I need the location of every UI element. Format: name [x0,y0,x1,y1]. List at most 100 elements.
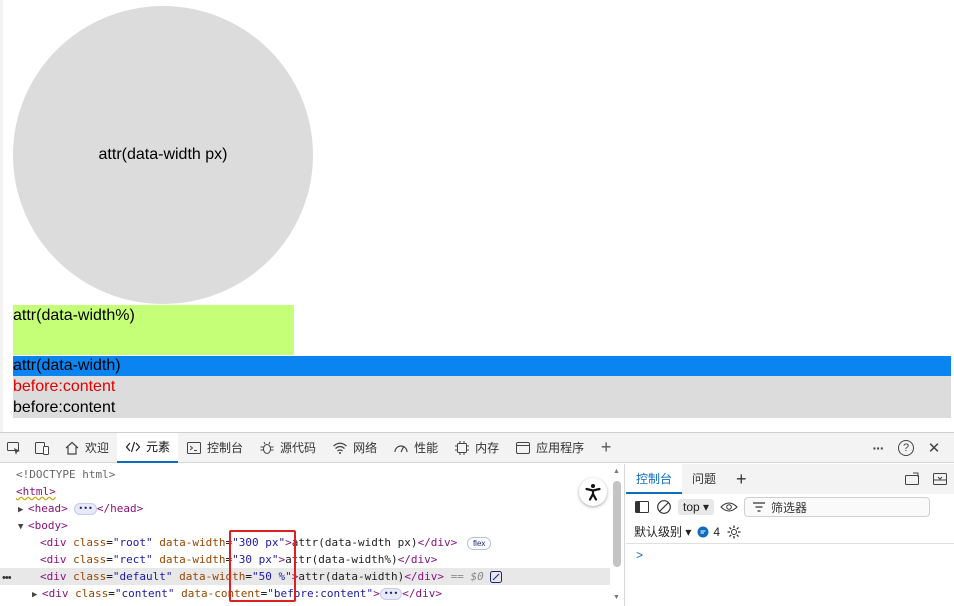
home-icon [65,441,79,455]
tab-console-label: 控制台 [207,441,244,455]
expand-triangle-icon[interactable]: ▶ [32,587,42,604]
log-levels-label: 默认级别 [634,525,683,539]
attr-data-width-name: data-width [159,536,226,549]
attr-class-name: class [73,570,107,583]
devtools-tabbar: 欢迎 元素 控制台 源代码 网络 性能 内存 应用程序 + ··· ? ✕ [0,432,954,463]
collapsed-children-badge[interactable]: ••• [74,503,97,515]
div-open: <div [40,553,67,566]
issues-counter[interactable]: 4 [697,525,720,539]
message-icon [697,526,709,537]
html-node[interactable]: <html> [16,483,626,500]
console-prompt[interactable]: > [636,548,643,562]
window-icon [516,441,531,454]
help-icon: ? [898,440,914,456]
context-selector-value: top [683,500,700,514]
scroll-up-icon[interactable]: ▲ [613,468,623,475]
div-open: <div [42,587,69,600]
link-icon[interactable] [490,571,503,583]
default-div-node[interactable]: <div class="default" data-width="50 %">a… [0,568,610,585]
context-selector[interactable]: top ▾ [678,499,715,515]
plus-icon: + [600,437,612,457]
div-open: <div [40,536,67,549]
close-icon: ✕ [927,440,941,457]
eye-icon[interactable] [720,500,738,514]
settings-gear-icon[interactable] [726,524,742,540]
console-filter-input[interactable]: 筛选器 [744,497,931,517]
drawer-tab-console[interactable]: 控制台 [626,464,683,494]
selected-node-marker: == $0 [450,570,484,583]
head-node[interactable]: ▶ <head> ••• </head> [18,500,628,517]
add-tab-button[interactable]: + [592,433,620,463]
head-open-tag: <head> [28,502,68,515]
content-row-black-text: before:content [13,399,116,416]
attr-class-value: "root" [112,536,153,549]
default-bar-text: attr(data-width) [13,357,121,374]
content-row-red: before:content [13,376,951,397]
flex-badge[interactable]: flex [466,536,492,550]
device-icon [35,441,49,455]
highlight-annotation-box [229,530,296,602]
root-div-node[interactable]: <div class="root" data-width="300 px">at… [40,534,650,551]
elements-scrollbar[interactable] [613,481,621,567]
collapsed-children-badge[interactable]: ••• [379,588,403,600]
scroll-down-icon[interactable]: ▼ [613,594,623,601]
gauge-icon [394,444,408,452]
help-icon-glyph: ? [902,442,910,454]
tab-performance[interactable]: 性能 [385,433,446,463]
attr-data-width-name: data-width [159,553,226,566]
inspect-icon [7,441,20,455]
tab-elements[interactable]: 元素 [117,432,179,463]
accessibility-button[interactable] [579,478,607,506]
tab-sources-label: 源代码 [280,441,317,455]
sidebar-toggle-icon[interactable] [634,499,650,515]
tab-network[interactable]: 网络 [324,433,385,463]
close-devtools-button[interactable]: ✕ [920,433,948,463]
rect-div-node[interactable]: <div class="rect" data-width="30 px">att… [40,551,650,568]
tab-welcome[interactable]: 欢迎 [56,433,117,463]
content-div-node[interactable]: ▶ <div class="content" data-content="befo… [32,585,642,602]
head-close-tag: </head> [96,502,144,515]
drawer-add-tab-button[interactable]: + [726,464,757,494]
drawer-tab-issues[interactable]: 问题 [682,464,726,494]
div-close: </div> [402,587,443,600]
bug-icon [260,441,274,454]
more-options-button[interactable]: ··· [864,433,892,463]
dock-icon [905,472,919,485]
html-tag: <html> [16,485,56,498]
device-emulation-button[interactable] [28,433,56,463]
elements-tree: <!DOCTYPE html> <html> ▶ <head> ••• </head… [0,464,625,606]
tab-performance-label: 性能 [414,441,439,455]
node-text: attr(data-width%) [285,553,398,566]
default-bar: attr(data-width) [13,356,951,376]
drawer-tabbar: 控制台 问题 + [626,464,954,494]
console-icon [187,441,202,454]
help-button[interactable]: ? [892,433,920,463]
attr-class-value: "rect" [112,553,153,566]
body-tag: <body> [28,519,68,532]
inspect-element-button[interactable] [0,433,28,463]
body-node[interactable]: ▼ <body> [18,517,628,534]
content-row-red-text: before:content [13,378,116,395]
tab-memory[interactable]: 内存 [446,433,507,463]
tab-sources[interactable]: 源代码 [251,433,324,463]
panel-icon [933,473,947,485]
div-open: <div [40,570,67,583]
rendered-page: attr(data-width px) attr(data-width%) at… [0,0,954,432]
close-drawer-button[interactable] [926,464,954,494]
collapse-triangle-icon[interactable]: ▼ [18,519,28,536]
log-levels-dropdown[interactable]: 默认级别 ▾ [634,523,691,540]
tab-console[interactable]: 控制台 [178,433,251,463]
clear-console-icon[interactable] [656,499,672,515]
devtools-panel: 欢迎 元素 控制台 源代码 网络 性能 内存 应用程序 + ··· ? ✕ <!… [0,432,954,606]
devtools-right-controls: ··· ? ✕ [864,433,948,463]
node-actions-icon[interactable]: ••• [2,572,12,584]
dock-drawer-button[interactable] [898,464,926,494]
more-icon: ··· [872,440,885,456]
tab-application[interactable]: 应用程序 [507,433,592,463]
doctype-text: <!DOCTYPE html> [16,468,116,481]
doctype-line[interactable]: <!DOCTYPE html> [16,466,626,483]
node-text: attr(data-width px) [291,536,418,549]
div-close: </div> [404,570,445,583]
tab-application-label: 应用程序 [536,441,585,455]
console-filter-placeholder: 筛选器 [771,500,808,515]
